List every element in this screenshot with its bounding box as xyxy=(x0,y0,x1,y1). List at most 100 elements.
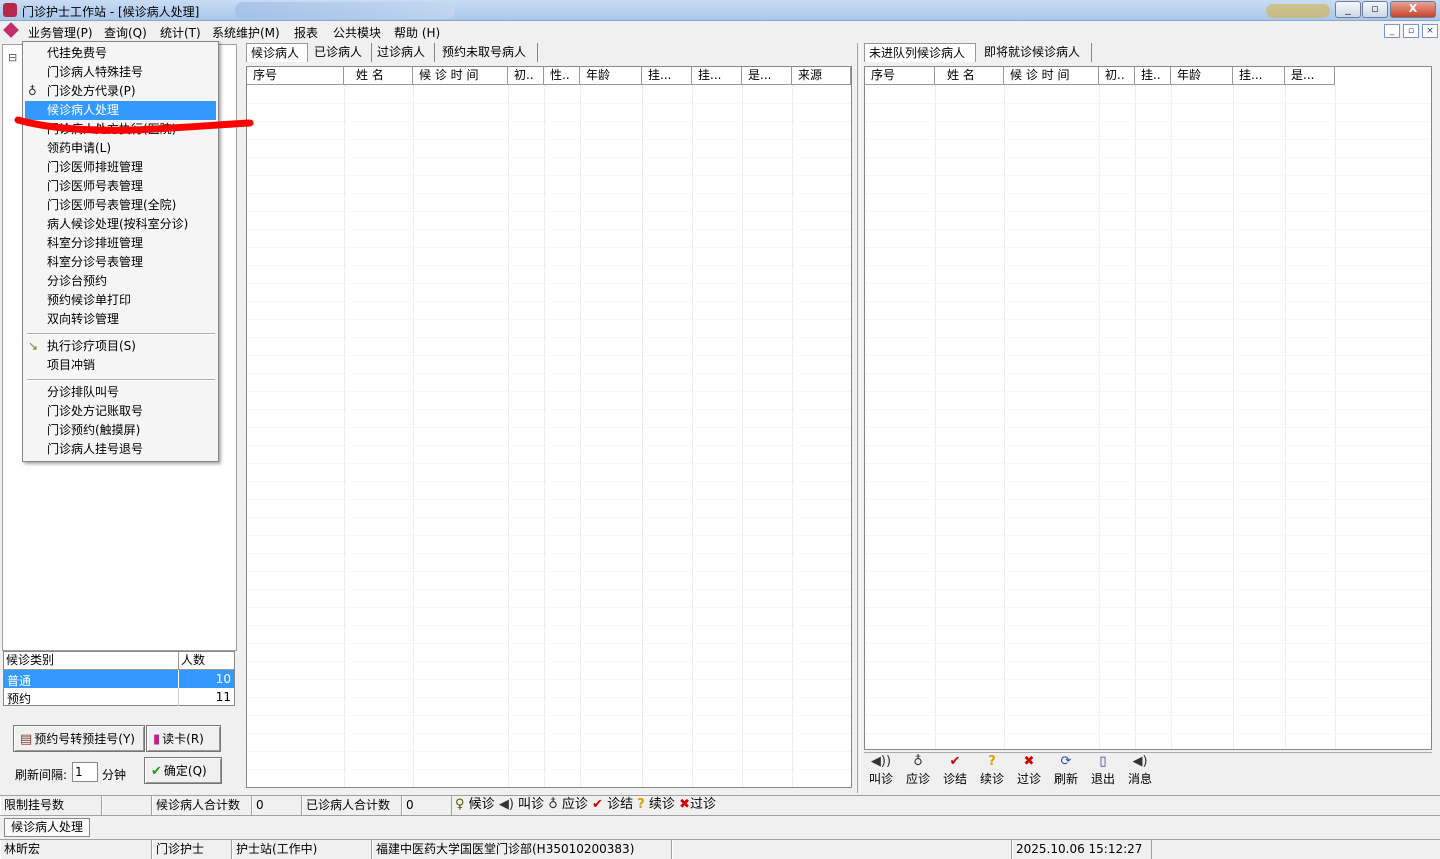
panel-splitter[interactable] xyxy=(857,43,861,793)
column-header-wait-time[interactable]: 候 诊 时 间 xyxy=(413,67,508,85)
continue-button[interactable]: ? 续诊 xyxy=(975,754,1009,787)
grid-row-line xyxy=(247,229,851,230)
menu-query[interactable]: 查询(Q) xyxy=(104,24,147,41)
check-icon: ✔ xyxy=(949,754,961,769)
grid-row-line xyxy=(247,499,851,500)
window-tab-waiting[interactable]: 候诊病人处理 xyxy=(4,818,90,837)
menu-item-referral[interactable]: 双向转诊管理 xyxy=(25,310,216,329)
menu-item-register-refund[interactable]: 门诊病人挂号退号 xyxy=(25,440,216,459)
tab-not-queued[interactable]: 未进队列候诊病人 xyxy=(864,43,976,62)
refresh-icon: ⟳ xyxy=(1060,754,1072,769)
column-header-first-visit[interactable]: 初.. xyxy=(508,67,544,85)
column-header-seq[interactable]: 序号 xyxy=(247,67,344,85)
menu-item-drug-request[interactable]: 领药申请(L) xyxy=(25,139,216,158)
waiting-patients-grid[interactable]: 序号 姓 名 候 诊 时 间 初.. 性.. 年龄 挂... 挂... 是...… xyxy=(246,66,852,788)
column-header-age[interactable]: 年龄 xyxy=(1171,67,1233,85)
read-card-button[interactable]: ▮ 读卡(R) xyxy=(146,725,221,752)
menu-item-dept-schedule[interactable]: 科室分诊排班管理 xyxy=(25,234,216,253)
column-header-category[interactable]: 候诊类别 xyxy=(4,652,179,670)
column-header-name[interactable]: 姓 名 xyxy=(935,67,1004,85)
column-header-first-visit[interactable]: 初.. xyxy=(1099,67,1135,85)
menu-item-dept-numbers[interactable]: 科室分诊号表管理 xyxy=(25,253,216,272)
confirm-button[interactable]: ✔ 确定(Q) xyxy=(144,757,222,784)
menu-item-label: 领药申请(L) xyxy=(47,141,112,155)
menu-item-doctor-numbers-all[interactable]: 门诊医师号表管理(全院) xyxy=(25,196,216,215)
table-row[interactable]: 预约 11 xyxy=(4,688,234,706)
grid-row-line xyxy=(247,697,851,698)
menu-item-special-register[interactable]: 门诊病人特殊挂号 xyxy=(25,63,216,82)
menu-item-prescription-number[interactable]: 门诊处方记账取号 xyxy=(25,402,216,421)
menu-item-label: 代挂免费号 xyxy=(47,46,108,60)
column-header-reg-1[interactable]: 挂... xyxy=(642,67,692,85)
menu-item-triage-appointment[interactable]: 分诊台预约 xyxy=(25,272,216,291)
column-header-is[interactable]: 是... xyxy=(742,67,792,85)
restore-button[interactable]: ▫ xyxy=(1362,1,1388,18)
column-header-gender[interactable]: 性.. xyxy=(544,67,580,85)
title-decoration-2 xyxy=(1266,4,1330,18)
menu-item-doctor-schedule[interactable]: 门诊医师排班管理 xyxy=(25,158,216,177)
exit-button[interactable]: ▯ 退出 xyxy=(1086,754,1120,787)
grid-row-line xyxy=(247,607,851,608)
column-header-seq[interactable]: 序号 xyxy=(865,67,935,85)
column-header-reg-type[interactable]: 挂... xyxy=(1233,67,1285,85)
tab-unfetched-appointments[interactable]: 预约未取号病人 xyxy=(438,43,538,62)
menu-item-touch-appointment[interactable]: 门诊预约(触摸屏) xyxy=(25,421,216,440)
waiting-total-value: 0 xyxy=(252,796,302,815)
red-annotation-stroke xyxy=(14,116,254,134)
menu-item-doctor-numbers[interactable]: 门诊医师号表管理 xyxy=(25,177,216,196)
grid-row-line xyxy=(865,571,1431,572)
column-header-name[interactable]: 姓 名 xyxy=(344,67,413,85)
tab-waiting-patients[interactable]: 候诊病人 xyxy=(246,43,308,62)
menu-item-queue-call[interactable]: 分诊排队叫号 xyxy=(25,383,216,402)
menu-item-print-waiting-slip[interactable]: 预约候诊单打印 xyxy=(25,291,216,310)
queue-patients-grid[interactable]: 序号 姓 名 候 诊 时 间 初.. 挂.. 年龄 挂... 是... xyxy=(864,66,1432,750)
column-header-count[interactable]: 人数 xyxy=(179,652,234,670)
finish-button[interactable]: ✔ 诊结 xyxy=(938,754,972,787)
menu-statistics[interactable]: 统计(T) xyxy=(160,24,201,41)
convert-appointment-button[interactable]: ▤ 预约号转预挂号(Y) xyxy=(13,725,145,752)
minimize-button[interactable]: _ xyxy=(1335,1,1361,18)
column-header-reg[interactable]: 挂.. xyxy=(1135,67,1171,85)
menu-help[interactable]: 帮助 (H) xyxy=(394,24,440,41)
check-icon: ✔ xyxy=(151,764,162,779)
refresh-interval-input[interactable]: 1 xyxy=(72,762,98,782)
menu-item-label: 门诊医师号表管理(全院) xyxy=(47,198,177,212)
mdi-close-button[interactable]: × xyxy=(1422,24,1438,38)
tab-upcoming[interactable]: 即将就诊候诊病人 xyxy=(980,43,1092,62)
column-header-is[interactable]: 是... xyxy=(1285,67,1335,85)
grid-row-line xyxy=(247,301,851,302)
tab-seen-patients[interactable]: 已诊病人 xyxy=(310,43,372,62)
tab-missed-patients[interactable]: 过诊病人 xyxy=(373,43,435,62)
column-header-source[interactable]: 来源 xyxy=(792,67,851,85)
menu-item-execute-items[interactable]: ↘ 执行诊疗项目(S) xyxy=(25,337,216,356)
menu-item-free-register[interactable]: 代挂免费号 xyxy=(25,44,216,63)
grid-row-line xyxy=(865,733,1431,734)
tree-collapse-toggle[interactable]: ⊟ xyxy=(8,51,17,64)
execute-icon: ↘ xyxy=(28,339,39,353)
x-icon: ✖ xyxy=(1023,754,1035,769)
grid-row-line xyxy=(247,679,851,680)
menu-item-triage-by-dept[interactable]: 病人候诊处理(按科室分诊) xyxy=(25,215,216,234)
mdi-minimize-button[interactable]: _ xyxy=(1384,24,1400,38)
column-header-wait-time[interactable]: 候 诊 时 间 xyxy=(1004,67,1099,85)
menu-business[interactable]: 业务管理(P) xyxy=(28,24,93,41)
call-button[interactable]: ◀)) 叫诊 xyxy=(864,754,898,787)
menu-item-reverse-items[interactable]: 项目冲销 xyxy=(25,356,216,375)
close-button[interactable]: X xyxy=(1390,1,1436,18)
accept-button[interactable]: ♁ 应诊 xyxy=(901,754,935,787)
column-header-age[interactable]: 年龄 xyxy=(580,67,642,85)
menu-public[interactable]: 公共模块 xyxy=(333,24,381,41)
menu-report[interactable]: 报表 xyxy=(294,24,318,41)
grid-row-line xyxy=(865,679,1431,680)
table-row[interactable]: 普通 10 xyxy=(4,670,234,688)
column-header-reg-2[interactable]: 挂... xyxy=(692,67,742,85)
grid-row-line xyxy=(247,445,851,446)
refresh-button[interactable]: ⟳ 刷新 xyxy=(1049,754,1083,787)
message-button[interactable]: ◀) 消息 xyxy=(1123,754,1157,787)
title-bar: 门诊护士工作站 - [候诊病人处理] _ ▫ X xyxy=(0,0,1440,21)
menu-item-prescription-entry[interactable]: ♁ 门诊处方代录(P) xyxy=(25,82,216,101)
legend-skip: 过诊 xyxy=(689,797,716,812)
mdi-restore-button[interactable]: ▫ xyxy=(1403,24,1419,38)
menu-system[interactable]: 系统维护(M) xyxy=(212,24,280,41)
skip-button[interactable]: ✖ 过诊 xyxy=(1012,754,1046,787)
